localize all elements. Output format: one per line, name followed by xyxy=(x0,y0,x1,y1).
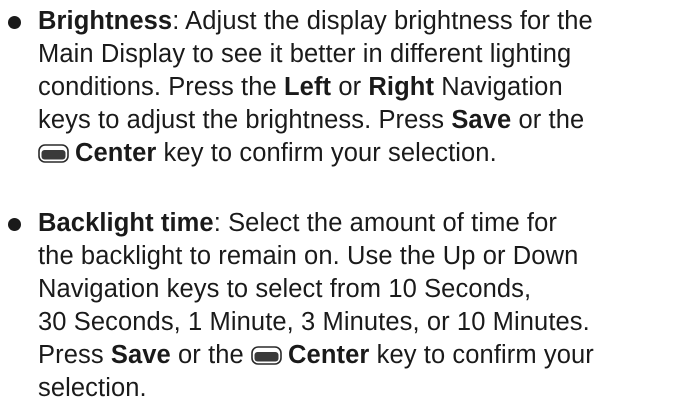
center-key-icon xyxy=(251,346,282,365)
center-key-icon xyxy=(38,144,69,163)
text-line: Brightness: Adjust the display brightnes… xyxy=(38,7,593,35)
manual-page: Brightness: Adjust the display brightnes… xyxy=(0,0,676,412)
text-line: keys to adjust the brightness. Press Sav… xyxy=(38,106,585,134)
bullet-icon xyxy=(8,16,21,29)
text-line: Main Display to see it better in differe… xyxy=(38,40,572,68)
text-line: 30 Seconds, 1 Minute, 3 Minutes, or 10 M… xyxy=(38,308,590,336)
bullet-icon xyxy=(8,218,21,231)
text-line: Center key to confirm your selection. xyxy=(38,138,497,168)
key-center: Center xyxy=(75,139,157,167)
text-line: Navigation keys to select from 10 Second… xyxy=(38,275,532,303)
text-line: selection. xyxy=(38,374,147,402)
text-line: Backlight time: Select the amount of tim… xyxy=(38,209,557,237)
key-save: Save xyxy=(110,341,171,369)
key-right: Right xyxy=(368,73,435,101)
key-save: Save xyxy=(451,106,512,134)
key-center: Center xyxy=(288,341,370,369)
term-backlight-time: Backlight time xyxy=(38,209,214,237)
key-left: Left xyxy=(284,73,332,101)
text-line: conditions. Press the Left or Right Navi… xyxy=(38,73,563,101)
term-brightness: Brightness xyxy=(38,7,173,35)
text-line: Press Save or the Center key to confirm … xyxy=(38,341,594,369)
text-line: the backlight to remain on. Use the Up o… xyxy=(38,242,579,270)
